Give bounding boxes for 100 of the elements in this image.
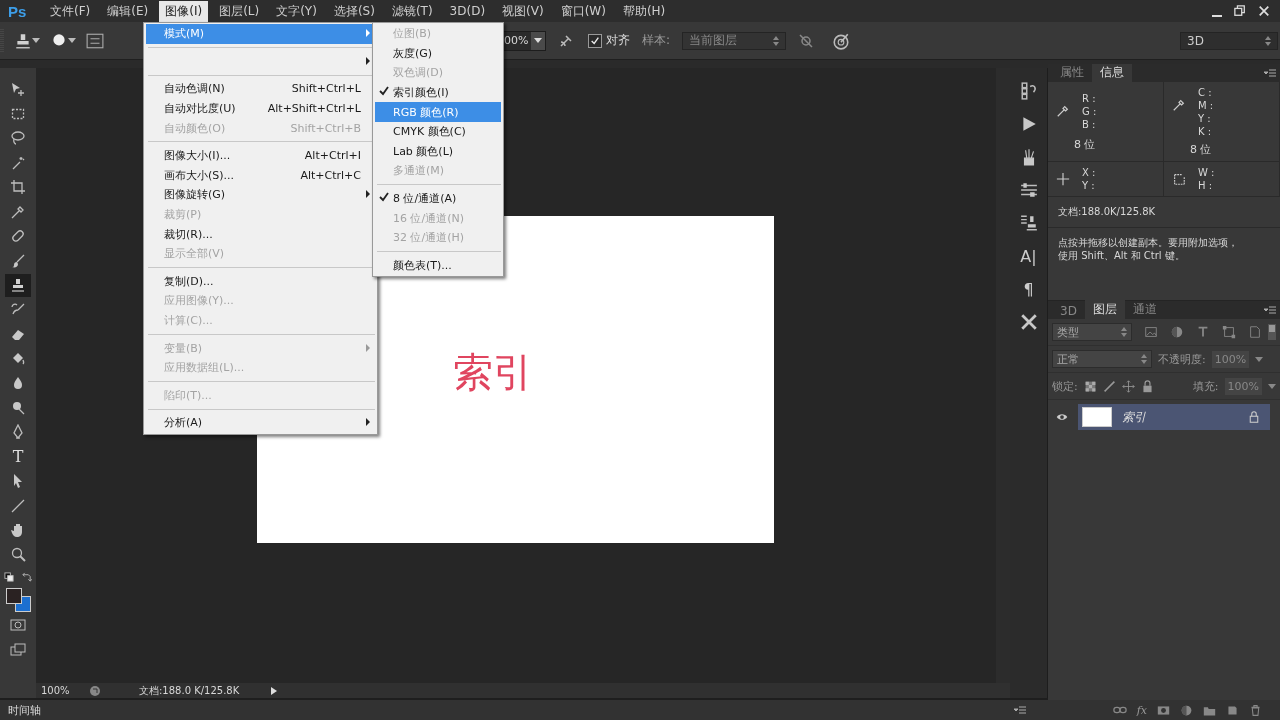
menu-item[interactable]: CMYK 颜色(C)	[375, 121, 501, 142]
panel-tab[interactable]: 通道	[1124, 300, 1165, 319]
info-label: C :	[1198, 86, 1213, 99]
quick-mask-icon	[10, 617, 26, 634]
menu-item[interactable]: 帮助(H)	[616, 0, 672, 22]
panel-tab[interactable]: 属性	[1052, 64, 1092, 82]
lock-label: 锁定:	[1052, 378, 1078, 394]
menu-item[interactable]: 颜色表(T)...	[375, 255, 501, 276]
minimize-icon	[1212, 15, 1222, 17]
pressure-size-icon	[832, 31, 851, 50]
panel-menu-icon	[1264, 306, 1276, 314]
menu-item[interactable]: 分析(A)	[146, 413, 375, 433]
filter-dropdown[interactable]: 类型	[1052, 323, 1132, 341]
opacity-label: 不透明度:	[1158, 351, 1206, 367]
menu-item[interactable]: 视图(V)	[496, 0, 550, 22]
clone-icon	[1019, 214, 1038, 232]
menu-item[interactable]: 编辑(E)	[101, 0, 155, 22]
menu-item[interactable]: 索引颜色(I)	[375, 82, 501, 103]
panel-tab[interactable]: 图层	[1084, 300, 1125, 319]
panel-menu-icon	[1014, 706, 1026, 714]
menu-item[interactable]: 3D(D)	[443, 2, 492, 20]
menu-item[interactable]: 图层(L)	[213, 0, 266, 22]
visibility-eye-icon[interactable]	[1054, 411, 1070, 423]
mask-icon	[1157, 703, 1170, 717]
menu-item[interactable]: 8 位/通道(A)	[375, 188, 501, 209]
menu-item[interactable]: 图像(I)	[159, 0, 209, 22]
filter-toggle-icon	[1268, 324, 1276, 340]
brush-icon	[1102, 379, 1116, 393]
caret-icon	[68, 38, 76, 43]
info-label: B :	[1082, 118, 1097, 131]
sample-label: 样本:	[642, 32, 671, 49]
tools-icon	[1019, 313, 1038, 331]
move-icon	[10, 81, 26, 98]
close-icon	[1258, 5, 1270, 17]
stamp-icon	[14, 31, 32, 50]
adjust-icon	[1019, 181, 1038, 199]
crosshair-icon	[1056, 172, 1070, 186]
clone-source-icon	[86, 31, 104, 50]
color-swatches-icon[interactable]	[5, 588, 31, 612]
panel-tab[interactable]: 信息	[1092, 64, 1132, 82]
menu-item[interactable]: 画布大小(S)... Alt+Ctrl+C	[146, 165, 375, 186]
wand-icon	[10, 154, 26, 171]
menu-item[interactable]: 自动对比度(U) Alt+Shift+Ctrl+L	[146, 98, 375, 119]
move-arrows-icon	[1121, 379, 1135, 393]
selection-size-icon	[1172, 172, 1186, 186]
ignore-adjustment-icon	[798, 32, 815, 49]
menu-item[interactable]: 文件(F)	[44, 0, 97, 22]
menu-item[interactable]: 复制(D)...	[146, 271, 375, 292]
info-label: K :	[1198, 125, 1213, 138]
sample-dropdown[interactable]: 当前图层	[682, 31, 787, 50]
opacity-field[interactable]: 00%	[502, 30, 546, 51]
menu-item[interactable]: 文字(Y)	[270, 0, 323, 22]
zoom-level: 100%	[41, 685, 71, 696]
info-label: M :	[1198, 99, 1215, 112]
type-tool[interactable]: T	[5, 445, 31, 468]
caret-icon	[32, 38, 40, 43]
eyedropper-icon	[1056, 104, 1070, 118]
panel-button[interactable]: A|	[1015, 243, 1042, 269]
hint-text: 点按并拖移以创建副本。要用附加选项， 使用 Shift、Alt 和 Ctrl 键。	[1057, 236, 1239, 263]
menu-item[interactable]: 图像大小(I)... Alt+Ctrl+I	[146, 145, 375, 166]
zoom-icon	[10, 546, 26, 563]
panel-tab[interactable]: 3D	[1052, 303, 1085, 319]
menu-item[interactable]: Lab 颜色(L)	[375, 141, 501, 162]
info-label: W :	[1198, 166, 1216, 179]
menu-item[interactable]: 滤镜(T)	[385, 0, 439, 22]
info-label: X :	[1082, 166, 1097, 179]
image-filter-icon	[1144, 325, 1158, 339]
menu-item[interactable]: 图像旋转(G)	[146, 185, 375, 205]
checkmark-icon	[379, 86, 389, 97]
panel-button[interactable]: ¶	[1015, 276, 1042, 302]
menu-item[interactable]: 裁切(R)...	[146, 224, 375, 244]
tool-button[interactable]	[5, 274, 31, 297]
expand-arrow-icon	[271, 686, 277, 695]
menu-item[interactable]: 选择(S)	[327, 0, 381, 22]
align-checkbox[interactable]	[588, 33, 602, 48]
brush-icon	[10, 252, 26, 269]
screen-mode-icon	[10, 641, 26, 658]
timeline-tab[interactable]: 时间轴	[8, 702, 41, 718]
info-label: R :	[1082, 92, 1097, 105]
lasso-icon	[10, 130, 26, 147]
updown-icon	[773, 35, 780, 46]
shape-filter-icon	[1222, 325, 1236, 339]
layer-style-button[interactable]: fx	[1136, 703, 1147, 717]
panel-menu-icon	[1264, 69, 1276, 77]
trash-icon	[1249, 703, 1262, 717]
default-colors-icon	[4, 572, 14, 582]
stamp-icon	[10, 277, 26, 294]
layer-thumbnail	[1082, 407, 1112, 427]
swap-colors-icon	[22, 572, 32, 582]
caret-icon	[1268, 383, 1276, 389]
text-filter-icon	[1196, 325, 1210, 339]
dodge-icon	[10, 399, 26, 416]
menu-item[interactable]: 灰度(G)	[375, 43, 501, 64]
blend-mode-dropdown[interactable]: 正常	[1052, 350, 1152, 368]
menu-item[interactable]: 自动色调(N) Shift+Ctrl+L	[146, 79, 375, 99]
layer-row[interactable]: 索引	[1078, 404, 1270, 430]
menu-item[interactable]: 窗口(W)	[554, 0, 612, 22]
lock-icon	[1140, 379, 1154, 393]
workspace-dropdown[interactable]: 3D	[1180, 31, 1278, 50]
checkmark-icon	[590, 35, 600, 46]
